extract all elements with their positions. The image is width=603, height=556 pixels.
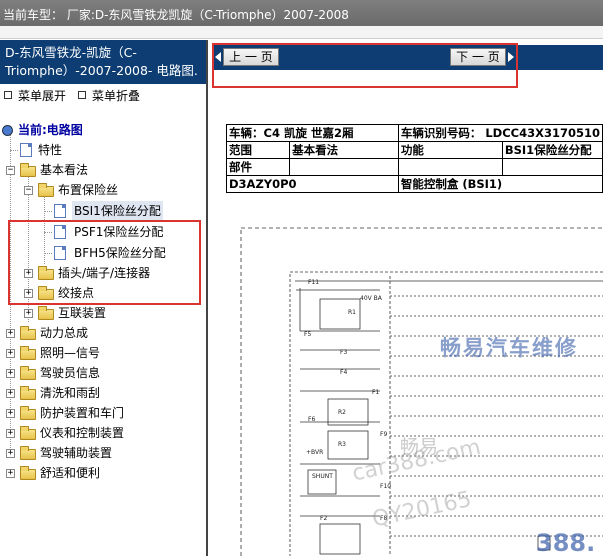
tree-item-label: 仪表和控制装置 xyxy=(40,426,125,440)
expand-node-icon[interactable]: + xyxy=(6,369,15,378)
tree-item-bsi1-fuses[interactable]: BSI1保险丝分配 xyxy=(0,201,200,221)
expand-node-icon[interactable]: + xyxy=(6,469,15,478)
highlight-box xyxy=(8,220,201,305)
part-label-cell: 部件 xyxy=(225,158,291,176)
tree-item-protection-doors[interactable]: + 防护装置和车门 xyxy=(0,403,200,423)
tree-root[interactable]: 当前:电路图 xyxy=(2,120,202,140)
tree-item-interconnect[interactable]: + 互联装置 xyxy=(0,303,200,323)
folder-icon xyxy=(20,426,36,440)
tree-item-driving-assist[interactable]: + 驾驶辅助装置 xyxy=(0,443,200,463)
component-cell: 智能控制盒 (BSI1) xyxy=(397,175,603,193)
folder-icon xyxy=(20,406,36,420)
part-code-cell: D3AZY0P0 xyxy=(226,175,399,193)
expand-menu-label: 菜单展开 xyxy=(18,89,67,103)
sidebar-title: D-东风雪铁龙-凯旋（C-Triomphe）-2007-2008- 电路图. xyxy=(0,40,206,84)
tree-item-label: 驾驶员信息 xyxy=(40,366,101,380)
folder-icon xyxy=(20,386,36,400)
expand-node-icon[interactable]: + xyxy=(6,409,15,418)
scope-label-cell: 范围 xyxy=(225,141,291,159)
tree-item-instruments[interactable]: + 仪表和控制装置 xyxy=(0,423,200,443)
expand-node-icon[interactable]: + xyxy=(6,389,15,398)
tree-item-comfort[interactable]: + 舒适和便利 xyxy=(0,463,200,483)
function-label-cell: 功能 xyxy=(397,141,503,159)
document-icon xyxy=(54,204,66,218)
folder-icon xyxy=(20,466,36,480)
watermark-text: 388. xyxy=(536,529,596,556)
diagram-label-r2: R2 xyxy=(338,409,346,416)
tree-item-label: 清洗和雨刮 xyxy=(40,386,101,400)
window-title-bar: 当前车型： 厂家:D-东风雪铁龙凯旋（C-Triomphe）2007-2008 xyxy=(0,0,603,26)
highlight-box xyxy=(212,43,518,88)
expand-menu-button[interactable]: 菜单展开 xyxy=(4,88,66,104)
expand-icon xyxy=(4,91,12,99)
menu-toggle-bar: 菜单展开 菜单折叠 xyxy=(0,88,206,104)
folder-icon xyxy=(20,446,36,460)
diagram-label-f6: F6 xyxy=(308,416,315,423)
document-icon xyxy=(20,143,32,157)
wiring-diagram: 40V BA F11 R1 F5 F3 F4 F1 R2 F6 R3 F9 +B… xyxy=(240,226,603,556)
tree-item-label: 基本看法 xyxy=(40,163,89,177)
tree-item-label: 照明—信号 xyxy=(40,346,101,360)
diagram-label-bvr: +BVR xyxy=(306,449,323,456)
diagram-label-r3: R3 xyxy=(338,441,346,448)
tree-item-driver-info[interactable]: + 驾驶员信息 xyxy=(0,363,200,383)
diagram-label-f5: F5 xyxy=(304,331,311,338)
document-viewer: 上 一 页 下 一 页 车辆：C4 凯旋 世嘉2厢 车辆识别号码： LDCC43… xyxy=(210,40,603,556)
tree-item-wash-wipe[interactable]: + 清洗和雨刮 xyxy=(0,383,200,403)
vehicle-cell: 车辆：C4 凯旋 世嘉2厢 xyxy=(226,124,399,142)
tree-item-label: 动力总成 xyxy=(40,326,89,340)
diagram-label-r1: R1 xyxy=(348,309,356,316)
tree-item-label: BSI1保险丝分配 xyxy=(72,201,163,221)
collapse-node-icon[interactable]: − xyxy=(6,166,15,175)
folder-icon xyxy=(20,326,36,340)
expand-node-icon[interactable]: + xyxy=(6,429,15,438)
scope-value-cell: 基本看法 xyxy=(289,141,399,159)
tree-item-basic-view[interactable]: − 基本看法 xyxy=(0,160,200,180)
tree-item-powertrain[interactable]: + 动力总成 xyxy=(0,323,200,343)
current-location-icon xyxy=(2,125,13,136)
diagram-label-f3: F3 xyxy=(340,349,347,356)
diagram-label-f9: F9 xyxy=(380,431,387,438)
tree-root-label: 当前:电路图 xyxy=(18,123,83,137)
tree-item-label: 布置保险丝 xyxy=(58,183,119,197)
diagram-label-f2: F2 xyxy=(320,515,327,522)
expand-node-icon[interactable]: + xyxy=(6,349,15,358)
folder-open-icon xyxy=(20,163,36,177)
tree-item-lighting[interactable]: + 照明—信号 xyxy=(0,343,200,363)
title-divider xyxy=(0,26,603,39)
tree-item-fuse-layout[interactable]: − 布置保险丝 xyxy=(0,180,200,200)
expand-node-icon[interactable]: + xyxy=(6,449,15,458)
tree-item-label: 驾驶辅助装置 xyxy=(40,446,113,460)
collapse-menu-button[interactable]: 菜单折叠 xyxy=(78,88,140,104)
folder-icon xyxy=(38,306,54,320)
folder-icon xyxy=(20,346,36,360)
collapse-icon xyxy=(78,91,86,99)
watermark-text: 畅易汽车维修 xyxy=(440,336,578,360)
diagram-label-shunt: SHUNT xyxy=(312,473,333,480)
folder-open-icon xyxy=(38,183,54,197)
diagram-info-table: 车辆：C4 凯旋 世嘉2厢 车辆识别号码： LDCC43X3170510 范围 … xyxy=(225,124,603,193)
current-model-label: 当前车型： 厂家:D-东风雪铁龙凯旋（C-Triomphe）2007-2008 xyxy=(3,8,349,22)
tree-item-label: 舒适和便利 xyxy=(40,466,101,480)
diagram-label-f4: F4 xyxy=(340,369,347,376)
diagram-label-f1: F1 xyxy=(372,389,379,396)
folder-icon xyxy=(20,366,36,380)
expand-node-icon[interactable]: + xyxy=(24,309,33,318)
tree-item-label: 特性 xyxy=(38,143,63,157)
diagram-label-f10: F10 xyxy=(380,483,391,490)
function-value-cell: BSI1保险丝分配 xyxy=(501,141,603,159)
collapse-menu-label: 菜单折叠 xyxy=(92,89,141,103)
expand-node-icon[interactable]: + xyxy=(6,329,15,338)
sidebar: D-东风雪铁龙-凯旋（C-Triomphe）-2007-2008- 电路图. 菜… xyxy=(0,40,208,556)
tree-item-features[interactable]: 特性 xyxy=(0,140,200,160)
tree-item-label: 互联装置 xyxy=(58,306,107,320)
voltage-label: 40V BA xyxy=(360,295,383,302)
vin-cell: 车辆识别号码： LDCC43X3170510 xyxy=(397,124,603,142)
collapse-node-icon[interactable]: − xyxy=(24,186,33,195)
diagram-label-f11: F11 xyxy=(308,279,319,286)
tree-item-label: 防护装置和车门 xyxy=(40,406,125,420)
